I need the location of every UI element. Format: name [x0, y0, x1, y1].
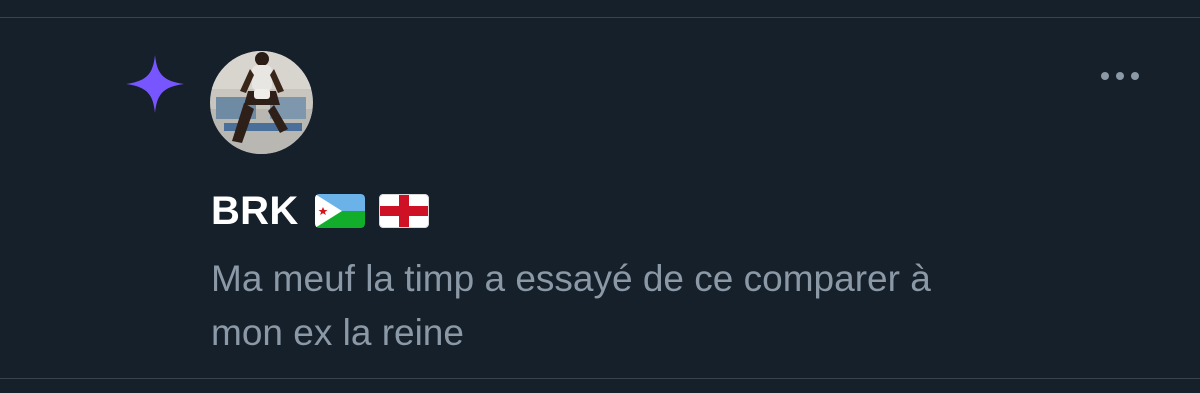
more-options-icon [1101, 72, 1139, 80]
author-row: BRK [211, 188, 429, 234]
post-text-line: mon ex la reine [211, 312, 464, 353]
more-options-button[interactable] [1092, 60, 1148, 92]
sparkle-icon [126, 55, 184, 113]
top-divider [0, 17, 1200, 18]
bottom-divider [0, 378, 1200, 379]
author-avatar[interactable] [210, 51, 313, 154]
author-display-name[interactable]: BRK [211, 189, 299, 234]
djibouti-flag-icon [314, 194, 365, 228]
post-text: Ma meuf la timp a essayé de ce comparer … [211, 252, 1131, 360]
avatar-image [210, 51, 313, 154]
post-text-line: Ma meuf la timp a essayé de ce comparer … [211, 258, 931, 299]
england-flag-icon [378, 194, 429, 228]
post-card: BRK Ma meuf la timp a essayé de ce compa… [0, 0, 1200, 393]
